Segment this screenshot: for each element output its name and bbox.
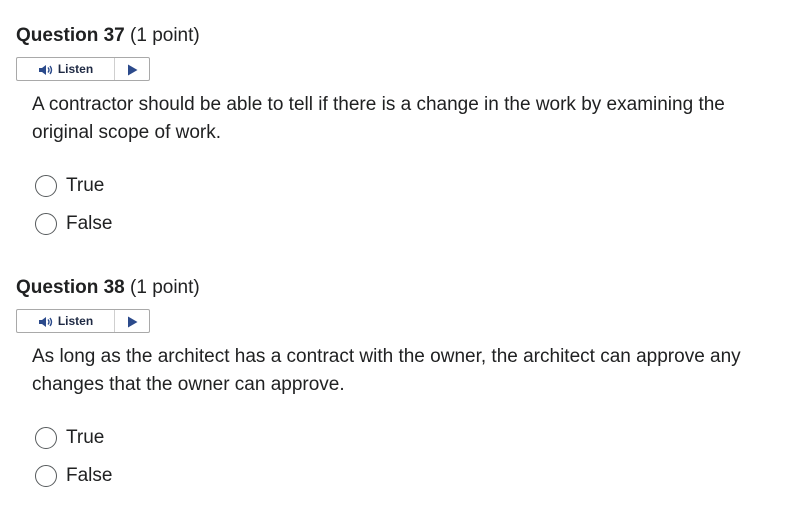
question-header: Question 37 (1 point) <box>16 24 786 48</box>
listen-label: Listen <box>57 62 94 76</box>
option-true[interactable]: True <box>35 419 786 457</box>
question-text: As long as the architect has a contract … <box>32 346 741 395</box>
play-icon <box>127 63 138 76</box>
play-icon <box>127 315 138 328</box>
question-title: Question 38 <box>16 277 125 298</box>
option-label: True <box>66 427 105 448</box>
speaker-icon <box>38 315 54 327</box>
play-button[interactable] <box>115 310 149 332</box>
answer-options: True False <box>35 419 786 495</box>
question-text: A contractor should be able to tell if t… <box>32 94 725 143</box>
option-label: False <box>66 465 113 486</box>
listen-button[interactable]: Listen <box>17 58 115 80</box>
question-title: Question 37 <box>16 25 125 46</box>
question-header: Question 38 (1 point) <box>16 276 786 300</box>
option-false[interactable]: False <box>35 457 786 495</box>
question-37: Question 37 (1 point) Listen A contracto… <box>16 24 786 243</box>
radio-button[interactable] <box>35 175 57 197</box>
listen-button[interactable]: Listen <box>17 310 115 332</box>
radio-button[interactable] <box>35 213 57 235</box>
question-points: (1 point) <box>130 25 200 46</box>
readspeaker-player: Listen <box>16 309 150 333</box>
radio-button[interactable] <box>35 427 57 449</box>
speaker-icon <box>38 63 54 75</box>
play-button[interactable] <box>115 58 149 80</box>
readspeaker-player: Listen <box>16 57 150 81</box>
question-points: (1 point) <box>130 277 200 298</box>
option-label: False <box>66 213 113 234</box>
listen-label: Listen <box>57 314 94 328</box>
answer-options: True False <box>35 167 786 243</box>
option-false[interactable]: False <box>35 205 786 243</box>
question-38: Question 38 (1 point) Listen As long as … <box>16 276 786 495</box>
option-true[interactable]: True <box>35 167 786 205</box>
option-label: True <box>66 175 105 196</box>
radio-button[interactable] <box>35 465 57 487</box>
